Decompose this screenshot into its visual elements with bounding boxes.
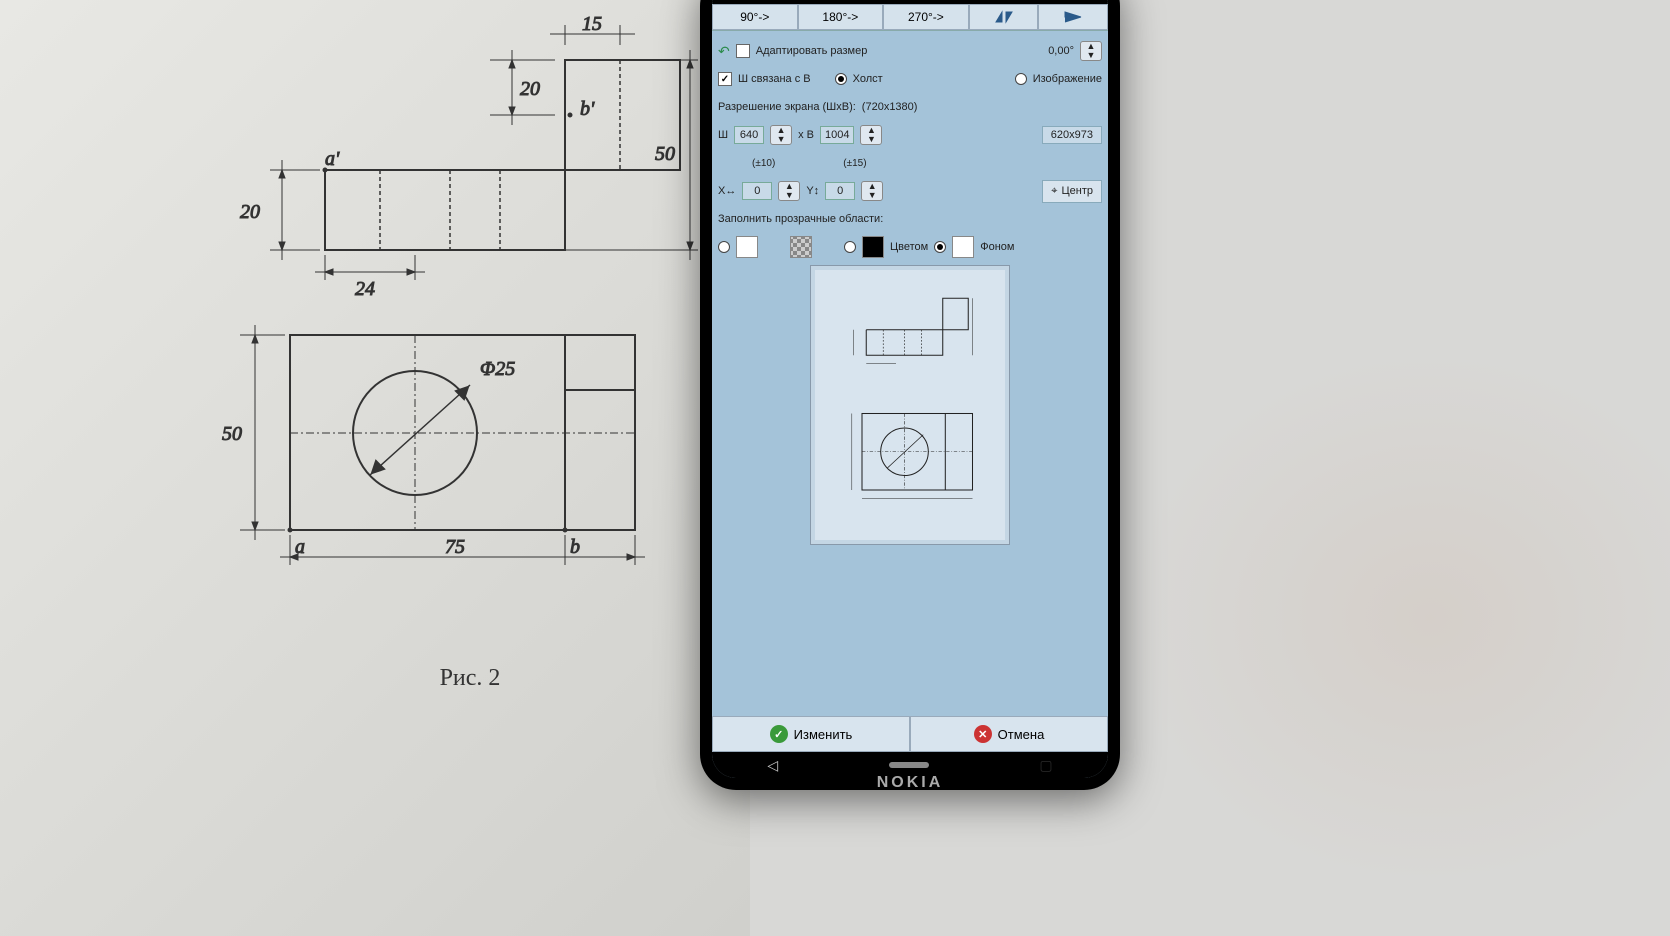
image-label: Изображение [1033,73,1102,85]
rotate-180-button[interactable]: 180°-> [798,4,884,30]
point-a: a [295,536,305,558]
swatch-black[interactable] [862,236,884,258]
cancel-button[interactable]: ✕ Отмена [910,716,1108,752]
dim-50b: 50 [222,423,242,445]
drawing-svg: 15 20 50 20 [220,20,720,640]
fill-bg-radio[interactable] [934,241,946,253]
dim-20a: 20 [520,78,540,100]
screen-res-value: (720х1380) [862,101,918,113]
rotate-90-button[interactable]: 90°-> [712,4,798,30]
dim-15: 15 [582,13,602,35]
fill-none-radio[interactable] [718,241,730,253]
x-stepper[interactable]: ▲▼ [778,181,800,201]
point-b: b [570,536,580,558]
nav-recent-button[interactable]: ▢ [1039,757,1052,774]
fill-transparent-label: Заполнить прозрачные области: [718,213,883,225]
flip-horizontal-button[interactable] [969,4,1039,30]
link-wh-checkbox[interactable] [718,72,732,86]
image-radio[interactable] [1015,73,1027,85]
settings-panel: ↶ Адаптировать размер 0,00° ▲▼ Ш связана… [712,31,1108,716]
x-label: X↔ [718,185,736,197]
nav-back-button[interactable]: ◁ [767,757,778,774]
preview-area[interactable] [810,265,1010,545]
angle-stepper[interactable]: ▲▼ [1080,41,1102,61]
y-label: Y↕ [806,185,819,197]
flip-vertical-button[interactable] [1038,4,1108,30]
fill-bg-label: Фоном [980,241,1014,253]
technical-drawing: 15 20 50 20 [220,20,720,692]
paper-background: 15 20 50 20 [0,0,750,936]
height-label: х В [798,129,814,141]
height-step-hint: (±15) [843,158,866,169]
dim-phi25: Φ25 [480,358,515,380]
nav-home-button[interactable] [889,762,929,768]
preview-drawing [830,275,990,535]
swatch-bg[interactable] [952,236,974,258]
link-wh-label: Ш связана с В [738,73,811,85]
y-value[interactable]: 0 [825,182,855,200]
center-button[interactable]: ⌖ Центр [1042,180,1102,203]
width-label: Ш [718,129,728,141]
rotate-270-button[interactable]: 270°-> [883,4,969,30]
screen-res-label: Разрешение экрана (ШхВ): [718,101,856,113]
angle-value: 0,00° [1048,45,1074,57]
height-value[interactable]: 1004 [820,126,854,144]
phone-brand-label: NOKIA [877,774,944,792]
width-value[interactable]: 640 [734,126,764,144]
y-stepper[interactable]: ▲▼ [861,181,883,201]
height-stepper[interactable]: ▲▼ [860,125,882,145]
fill-color-radio[interactable] [844,241,856,253]
close-icon: ✕ [974,725,992,743]
dim-24: 24 [355,278,375,300]
dim-75: 75 [445,536,465,558]
point-b-prime: b' [580,98,595,120]
check-icon: ✓ [770,725,788,743]
swatch-white[interactable] [736,236,758,258]
width-step-hint: (±10) [752,158,775,169]
undo-icon[interactable]: ↶ [718,43,730,60]
action-bar: ✓ Изменить ✕ Отмена [712,716,1108,752]
canvas-label: Холст [853,73,883,85]
x-value[interactable]: 0 [742,182,772,200]
canvas-radio[interactable] [835,73,847,85]
fill-color-label: Цветом [890,241,928,253]
figure-caption: Рис. 2 [220,665,720,692]
width-stepper[interactable]: ▲▼ [770,125,792,145]
hand-overlay [1070,300,1670,936]
swatch-checker[interactable] [790,236,812,258]
phone-screen: 18:52 ◥ ⏰ ⊘ ▽ ◢ ▮ 90°-> 180°-> 270°-> ↶ [712,0,1108,778]
rotate-toolbar: 90°-> 180°-> 270°-> [712,4,1108,31]
dim-20b: 20 [240,201,260,223]
crosshair-icon: ⌖ [1051,185,1057,198]
adapt-size-checkbox[interactable] [736,44,750,58]
output-res-value: 620x973 [1042,126,1102,144]
adapt-size-label: Адаптировать размер [756,45,868,57]
dim-50a: 50 [655,143,675,165]
point-a-prime: a' [325,148,340,170]
apply-button[interactable]: ✓ Изменить [712,716,910,752]
phone-frame: 18:52 ◥ ⏰ ⊘ ▽ ◢ ▮ 90°-> 180°-> 270°-> ↶ [700,0,1120,790]
